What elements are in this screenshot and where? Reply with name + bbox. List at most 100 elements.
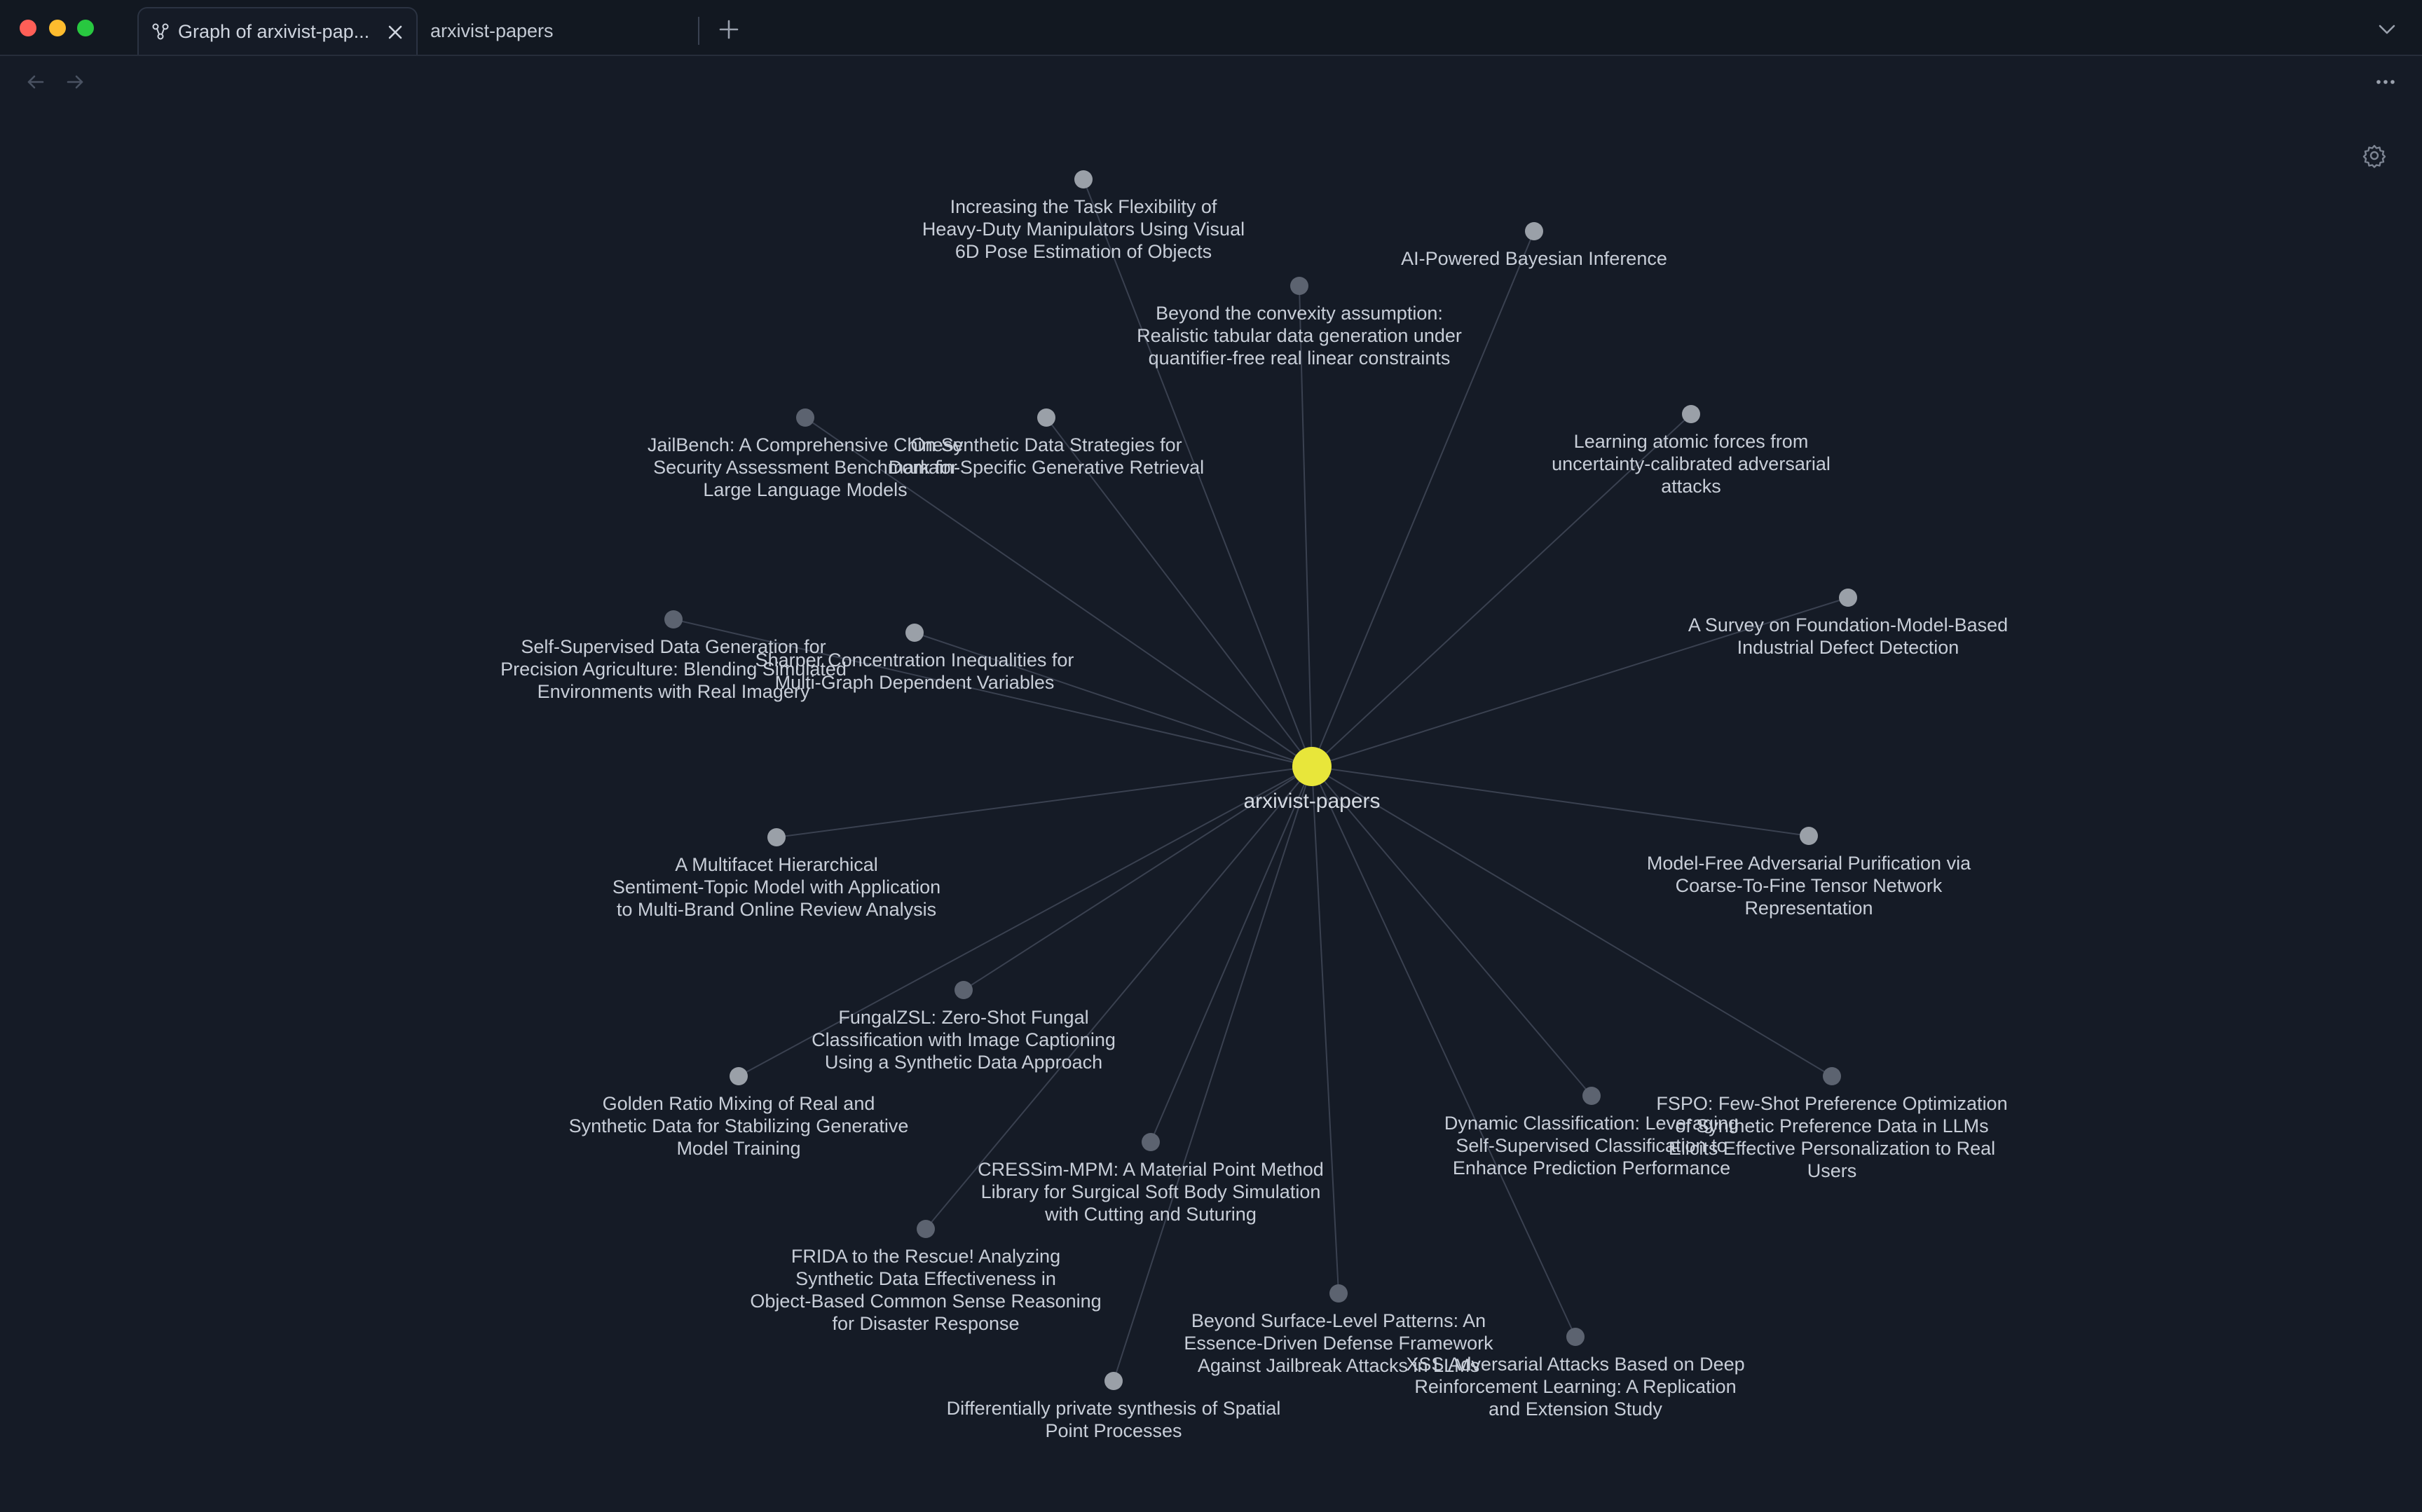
graph-node-label-line: Realistic tabular data generation under	[1137, 325, 1462, 346]
close-tab-icon[interactable]	[384, 21, 406, 43]
graph-node[interactable]	[1823, 1067, 1841, 1085]
chevron-down-icon[interactable]	[2373, 15, 2401, 43]
graph-node-label-line: Representation	[1744, 898, 1873, 919]
graph-node-label[interactable]: Learning atomic forces from uncertainty-c…	[1552, 431, 1831, 497]
graph-node-label-line: Beyond Surface-Level Patterns: An	[1191, 1310, 1486, 1331]
graph-node-label-line: FSPO: Few-Shot Preference Optimization	[1656, 1093, 2007, 1114]
app-window: Graph of arxivist-pap... arxivist-papers	[0, 0, 2422, 1512]
graph-node-label-line: Increasing the Task Flexibility of	[950, 196, 1217, 217]
new-tab-icon[interactable]	[713, 14, 744, 45]
graph-edge	[1113, 766, 1313, 1382]
tab-graph-view[interactable]: Graph of arxivist-pap...	[137, 7, 418, 55]
graph-node[interactable]	[1329, 1284, 1348, 1303]
graph-node[interactable]	[917, 1220, 935, 1238]
graph-node-label-line: Classification with Image Captioning	[812, 1029, 1116, 1050]
graph-node-label-line: Synthetic Data Effectiveness in	[795, 1268, 1056, 1289]
graph-node[interactable]	[1104, 1372, 1123, 1390]
graph-node-label-line: Synthetic Data for Stabilizing Generativ…	[569, 1115, 909, 1136]
graph-node-label-line: Elicits Effective Personalization to Rea…	[1669, 1138, 1995, 1159]
tab-title: arxivist-papers	[430, 20, 554, 41]
graph-labels: Increasing the Task Flexibility of Heavy-…	[500, 196, 2008, 1441]
graph-node-label-line: with Cutting and Suturing	[1044, 1204, 1257, 1225]
graph-node-label-line: Large Language Models	[703, 479, 907, 500]
graph-node-label-line: CRESSim-MPM: A Material Point Method	[978, 1159, 1324, 1180]
graph-node-label-line: Golden Ratio Mixing of Real and	[603, 1093, 875, 1114]
graph-node-label-line: uncertainty-calibrated adversarial	[1552, 453, 1831, 474]
graph-node-label-line: Sharper Concentration Inequalities for	[755, 650, 1074, 671]
graph-node-label-line: Model-Free Adversarial Purification via	[1647, 853, 1971, 874]
graph-node-label-line: AI-Powered Bayesian Inference	[1401, 248, 1667, 269]
graph-node-label-line: attacks	[1661, 476, 1721, 497]
graph-node-label-line: to Multi-Brand Online Review Analysis	[617, 899, 936, 920]
graph-node-label-line: Essence-Driven Defense Framework	[1184, 1333, 1493, 1354]
graph-node-label-line: Learning atomic forces from	[1574, 431, 1809, 452]
graph-node-label[interactable]: Model-Free Adversarial Purification via C…	[1647, 853, 1971, 919]
graph-node-label-line: Multi-Graph Dependent Variables	[775, 672, 1055, 693]
graph-node-label-line: 6D Pose Estimation of Objects	[955, 241, 1212, 262]
zoom-window-button[interactable]	[77, 20, 94, 36]
graph-node[interactable]	[905, 624, 924, 642]
graph-node[interactable]	[1582, 1087, 1601, 1105]
tab-divider	[698, 17, 699, 45]
graph-center-node[interactable]	[1292, 747, 1332, 786]
graph-node[interactable]	[1290, 277, 1308, 295]
graph-node-label-line: of Synthetic Preference Data in LLMs	[1675, 1115, 1988, 1136]
graph-node-label-line: for Disaster Response	[832, 1313, 1019, 1334]
graph-node-label-line: Object-Based Common Sense Reasoning	[750, 1291, 1101, 1312]
graph-node-label-line: Differentially private synthesis of Spat…	[947, 1398, 1281, 1419]
graph-edge	[776, 766, 1313, 838]
graph-node-label[interactable]: Differentially private synthesis of Spat…	[947, 1398, 1281, 1441]
graph-node[interactable]	[1074, 170, 1093, 188]
graph-canvas[interactable]: Increasing the Task Flexibility of Heavy-…	[0, 56, 2422, 1512]
graph-node-label[interactable]: Golden Ratio Mixing of Real and Synthetic…	[569, 1093, 909, 1159]
graph-node[interactable]	[730, 1067, 748, 1085]
graph-node-label[interactable]: On Synthetic Data Strategies for Domain-S…	[889, 434, 1204, 478]
tab-arxivist-papers[interactable]: arxivist-papers	[420, 7, 701, 55]
graph-node-label-line: Model Training	[676, 1138, 800, 1159]
graph-node[interactable]	[1682, 405, 1700, 423]
graph-node[interactable]	[1525, 222, 1543, 240]
close-window-button[interactable]	[20, 20, 36, 36]
graph-node-label[interactable]: AI-Powered Bayesian Inference	[1401, 248, 1667, 269]
graph-edge	[1311, 766, 1339, 1294]
graph-node-label[interactable]: XSS Adversarial Attacks Based on Deep Rei…	[1406, 1354, 1744, 1420]
graph-node-label[interactable]: FungalZSL: Zero-Shot Fungal Classificatio…	[812, 1007, 1116, 1073]
graph-node-label-line: Coarse-To-Fine Tensor Network	[1676, 875, 1943, 896]
graph-edge	[1311, 766, 1592, 1097]
graph-node-label-line: Reinforcement Learning: A Replication	[1414, 1376, 1736, 1397]
graph-node-label-line: A Multifacet Hierarchical	[675, 854, 878, 875]
graph-node[interactable]	[796, 408, 814, 427]
graph-node[interactable]	[1566, 1328, 1585, 1346]
graph-node-label[interactable]: Beyond the convexity assumption: Realisti…	[1137, 303, 1462, 369]
graph-node-label[interactable]: CRESSim-MPM: A Material Point Method Libr…	[978, 1159, 1324, 1225]
graph-center-label[interactable]: arxivist-papers	[1243, 790, 1380, 813]
graph-node-label[interactable]: FRIDA to the Rescue! Analyzing Synthetic …	[750, 1246, 1101, 1334]
graph-node-label[interactable]: A Multifacet Hierarchical Sentiment-Topic…	[613, 854, 940, 920]
graph-edge	[1311, 766, 1809, 837]
graph-node[interactable]	[767, 828, 786, 846]
graph-node-label-line: Library for Surgical Soft Body Simulatio…	[981, 1181, 1321, 1202]
graph-node[interactable]	[1142, 1133, 1160, 1151]
graph-node-label-line: FungalZSL: Zero-Shot Fungal	[838, 1007, 1088, 1028]
graph-node-label-line: Environments with Real Imagery	[538, 681, 810, 702]
graph-node-label-line: and Extension Study	[1489, 1398, 1662, 1420]
graph-node-label-line: Point Processes	[1045, 1420, 1182, 1441]
graph-node-label-line: Sentiment-Topic Model with Application	[613, 877, 940, 898]
graph-node[interactable]	[1800, 827, 1818, 845]
graph-node-label-line: quantifier-free real linear constraints	[1149, 348, 1451, 369]
graph-node-label-line: A Survey on Foundation-Model-Based	[1688, 614, 2008, 635]
graph-node-label-line: Using a Synthetic Data Approach	[825, 1052, 1102, 1073]
minimize-window-button[interactable]	[49, 20, 66, 36]
graph-node[interactable]	[664, 610, 683, 628]
graph-node[interactable]	[955, 981, 973, 999]
graph-node-label[interactable]: A Survey on Foundation-Model-Based Indust…	[1688, 614, 2008, 658]
graph-node-label[interactable]: Increasing the Task Flexibility of Heavy-…	[922, 196, 1245, 262]
graph-node-label-line: On Synthetic Data Strategies for	[910, 434, 1182, 455]
graph-node[interactable]	[1839, 589, 1857, 607]
tab-bar: Graph of arxivist-pap... arxivist-papers	[0, 0, 2422, 56]
tab-title: Graph of arxivist-pap...	[178, 20, 370, 42]
graph-node-label-line: Industrial Defect Detection	[1737, 637, 1959, 658]
graph-icon	[152, 23, 169, 40]
graph-node-label-line: Users	[1807, 1160, 1857, 1181]
graph-node[interactable]	[1037, 408, 1055, 427]
